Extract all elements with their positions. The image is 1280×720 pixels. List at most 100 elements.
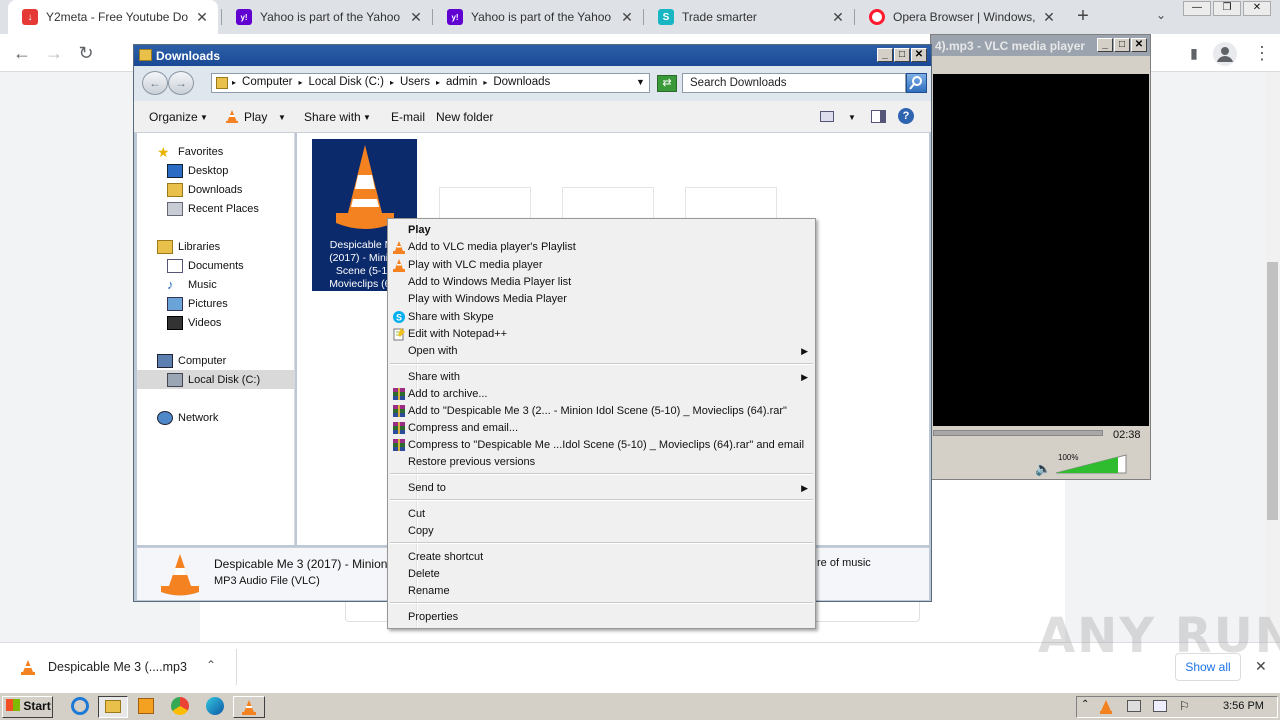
context-menu-item-properties[interactable]: Properties	[388, 609, 815, 626]
reload-icon[interactable]: ↻	[74, 41, 98, 65]
breadcrumb-users[interactable]: Users	[400, 76, 430, 90]
side-panel-icon[interactable]: ▮	[1182, 41, 1206, 65]
share-with-button[interactable]: Share with	[304, 110, 361, 124]
context-menu-item-edit-with-notepad[interactable]: Edit with Notepad++	[388, 326, 815, 343]
breadcrumb-local-disk[interactable]: Local Disk (C:)	[309, 76, 384, 90]
vlc-seek-bar[interactable]	[933, 430, 1103, 436]
tab-yahoo-2[interactable]: y! Yahoo is part of the Yahoo fam ✕	[433, 0, 643, 34]
organize-dropdown-icon[interactable]: ▼	[200, 113, 208, 122]
context-menu-item-play[interactable]: Play	[388, 222, 815, 239]
back-arrow-icon[interactable]: ←	[10, 41, 34, 65]
start-button[interactable]: Start	[2, 696, 53, 718]
view-options-icon[interactable]	[820, 111, 834, 122]
search-input[interactable]: Search Downloads	[682, 73, 906, 93]
view-dropdown-icon[interactable]: ▼	[848, 113, 856, 122]
play-dropdown-icon[interactable]: ▼	[278, 113, 286, 122]
context-menu-item-compress-to-despicable-me-idol-scene-5-1[interactable]: Compress to "Despicable Me ...Idol Scene…	[388, 437, 815, 454]
new-tab-button[interactable]: +	[1072, 5, 1094, 29]
browser-menu-icon[interactable]: ⋮	[1250, 41, 1274, 65]
file-thumbnail-placeholder[interactable]	[439, 187, 531, 219]
nav-network[interactable]: Network	[157, 409, 218, 427]
chrome-icon[interactable]	[171, 697, 189, 715]
tab-opera[interactable]: Opera Browser | Windows, Ma ✕	[855, 0, 1065, 34]
breadcrumb-downloads[interactable]: Downloads	[493, 76, 550, 90]
nav-music[interactable]: ♪ Music	[167, 276, 217, 294]
edge-icon[interactable]	[206, 697, 224, 715]
minimize-button[interactable]: _	[877, 48, 893, 62]
flag-icon[interactable]: ⚐	[1179, 699, 1190, 713]
maximize-button[interactable]: □	[1114, 38, 1130, 52]
context-menu-item-delete[interactable]: Delete	[388, 566, 815, 583]
network-tray-icon[interactable]	[1153, 700, 1167, 712]
vlc-volume-slider[interactable]: 100%	[1052, 453, 1130, 475]
restore-icon[interactable]: ❐	[1213, 1, 1241, 16]
media-player-icon[interactable]	[138, 698, 154, 714]
nav-desktop[interactable]: Desktop	[167, 162, 228, 180]
maximize-button[interactable]: □	[894, 48, 910, 62]
context-menu-item-open-with[interactable]: Open with ▶	[388, 343, 815, 360]
minimize-icon[interactable]: —	[1183, 1, 1211, 16]
minimize-button[interactable]: _	[1097, 38, 1113, 52]
context-menu-item-add-to-despicable-me-3-2-minion-idol-sce[interactable]: Add to "Despicable Me 3 (2... - Minion I…	[388, 403, 815, 420]
context-menu-item-add-to-vlc-media-player-s-playlist[interactable]: Add to VLC media player's Playlist	[388, 239, 815, 256]
file-thumbnail-placeholder[interactable]	[562, 187, 654, 219]
tab-search-chevron-icon[interactable]: ⌄	[1152, 8, 1170, 26]
display-icon[interactable]	[1127, 700, 1141, 712]
forward-arrow-icon[interactable]: →	[168, 71, 194, 95]
vlc-title-bar[interactable]: 4).mp3 - VLC media player _ □ ✕	[931, 35, 1150, 56]
close-icon[interactable]: ✕	[1243, 1, 1271, 16]
context-menu-item-copy[interactable]: Copy	[388, 523, 815, 540]
explorer-title-bar[interactable]: Downloads _ □ ✕	[134, 45, 931, 66]
vlc-video-area[interactable]	[933, 74, 1149, 426]
context-menu-item-cut[interactable]: Cut	[388, 506, 815, 523]
context-menu-item-add-to-archive[interactable]: Add to archive...	[388, 386, 815, 403]
close-tab-icon[interactable]: ✕	[194, 9, 210, 26]
close-tab-icon[interactable]: ✕	[1041, 9, 1057, 26]
close-button[interactable]: ✕	[911, 48, 927, 62]
tab-yahoo-1[interactable]: y! Yahoo is part of the Yahoo fam ✕	[222, 0, 432, 34]
file-thumbnail-placeholder[interactable]	[685, 187, 777, 219]
context-menu-item-add-to-windows-media-player-list[interactable]: Add to Windows Media Player list	[388, 274, 815, 291]
tab-y2meta[interactable]: ↓ Y2meta - Free Youtube Downlo ✕	[8, 0, 218, 34]
nav-videos[interactable]: Videos	[167, 314, 221, 332]
speaker-icon[interactable]: 🔈	[1035, 461, 1051, 477]
vlc-cone-icon[interactable]	[1099, 699, 1113, 715]
help-icon[interactable]: ?	[898, 108, 914, 124]
close-tab-icon[interactable]: ✕	[830, 9, 846, 26]
nav-favorites[interactable]: ★ Favorites	[157, 143, 223, 161]
preview-pane-icon[interactable]	[871, 110, 886, 123]
vlc-taskbar-button[interactable]	[233, 696, 265, 718]
nav-documents[interactable]: Documents	[167, 257, 244, 275]
forward-arrow-icon[interactable]: →	[42, 41, 66, 65]
play-button[interactable]: Play	[244, 110, 267, 124]
nav-computer[interactable]: Computer	[157, 352, 226, 370]
context-menu-item-play-with-windows-media-player[interactable]: Play with Windows Media Player	[388, 291, 815, 308]
context-menu-item-restore-previous-versions[interactable]: Restore previous versions	[388, 454, 815, 471]
internet-explorer-icon[interactable]	[71, 697, 89, 715]
close-tab-icon[interactable]: ✕	[408, 9, 424, 26]
context-menu-item-send-to[interactable]: Send to ▶	[388, 480, 815, 497]
back-arrow-icon[interactable]: ←	[142, 71, 168, 95]
tab-trade-smarter[interactable]: S Trade smarter ✕	[644, 0, 854, 34]
share-dropdown-icon[interactable]: ▼	[363, 113, 371, 122]
download-item[interactable]: Despicable Me 3 (....mp3 ⌃	[0, 643, 236, 691]
profile-avatar[interactable]	[1213, 42, 1237, 66]
context-menu-item-play-with-vlc-media-player[interactable]: Play with VLC media player	[388, 257, 815, 274]
tray-expand-icon[interactable]: ⌃	[1081, 699, 1089, 710]
refresh-icon[interactable]: ⇄	[657, 75, 677, 92]
breadcrumb-computer[interactable]: Computer	[242, 76, 293, 90]
context-menu-item-rename[interactable]: Rename	[388, 583, 815, 600]
close-tab-icon[interactable]: ✕	[619, 9, 635, 26]
close-button[interactable]: ✕	[1131, 38, 1147, 52]
nav-recent-places[interactable]: Recent Places	[167, 200, 259, 218]
scrollbar-thumb[interactable]	[1267, 262, 1278, 520]
chevron-up-icon[interactable]: ⌃	[206, 658, 216, 672]
context-menu-item-create-shortcut[interactable]: Create shortcut	[388, 549, 815, 566]
context-menu-item-compress-and-email[interactable]: Compress and email...	[388, 420, 815, 437]
search-icon[interactable]	[906, 73, 927, 93]
nav-downloads[interactable]: Downloads	[167, 181, 242, 199]
context-menu-item-share-with-skype[interactable]: S Share with Skype	[388, 309, 815, 326]
breadcrumb-admin[interactable]: admin	[446, 76, 477, 90]
nav-local-disk[interactable]: Local Disk (C:)	[167, 371, 260, 389]
organize-button[interactable]: Organize	[149, 110, 198, 124]
